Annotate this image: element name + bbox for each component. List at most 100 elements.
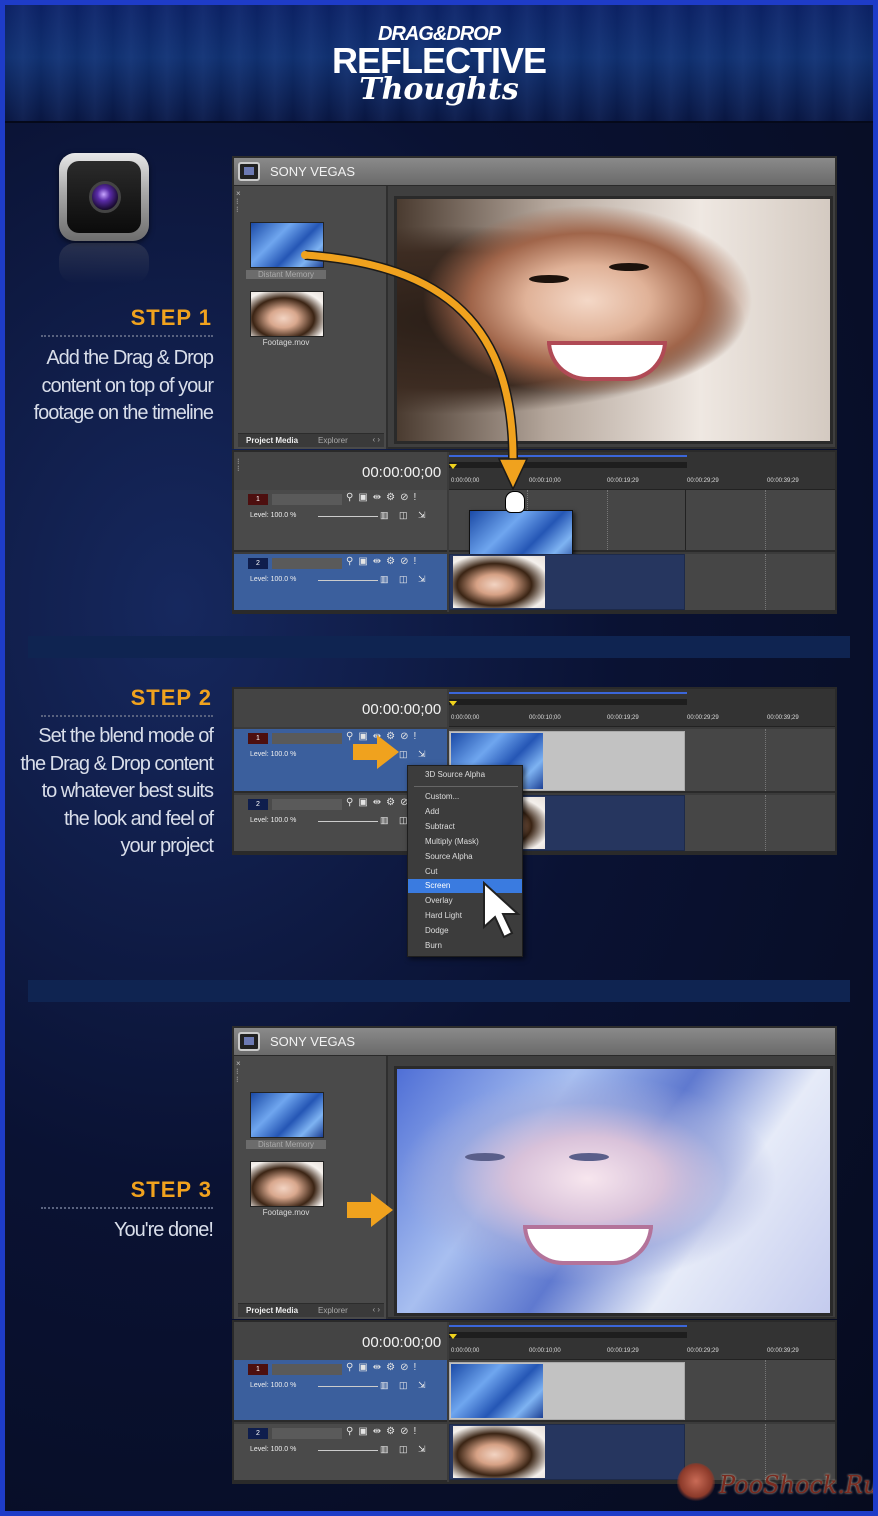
timeline-header: 00:00:00;00 xyxy=(234,689,447,727)
header-banner: DRAG&DROP REFLECTIVE Thoughts xyxy=(5,5,873,123)
vegas-window-step3: SONY VEGAS × ⁝ ⁝ Distant Memory Footage.mo… xyxy=(232,1026,837,1319)
level-slider[interactable] xyxy=(318,580,378,581)
footage-event-thumb xyxy=(453,1426,545,1478)
blend-item-source-alpha[interactable]: Source Alpha xyxy=(408,850,522,864)
step3-title: STEP 3 xyxy=(130,1177,212,1202)
video-preview-blended xyxy=(394,1066,833,1316)
track-fx-icons[interactable]: ▥ ◫ ⇲ xyxy=(380,1444,430,1455)
mouse-pointer-icon xyxy=(483,881,521,939)
track-controls-icons[interactable]: ⚲▣⇹⚙⊘! xyxy=(346,1362,421,1373)
track-number: 1 xyxy=(248,733,268,744)
track-name-field[interactable] xyxy=(272,1428,342,1439)
step1-description: Add the Drag & Drop content on top of yo… xyxy=(33,347,214,424)
preview-face-eye-left xyxy=(465,1153,505,1161)
track-lane-2 xyxy=(449,554,835,612)
track-number: 1 xyxy=(248,1364,268,1375)
timecode-display: 00:00:00;00 xyxy=(362,1334,442,1351)
track-controls-icons[interactable]: ⚲▣⇹⚙⊘! xyxy=(346,556,421,567)
track-fx-icons[interactable]: ▥ ◫ ⇲ xyxy=(380,1380,430,1391)
page-frame: DRAG&DROP REFLECTIVE Thoughts STEP 1 Add… xyxy=(0,0,878,1516)
track-controls-icons[interactable]: ⚲▣⇹⚙⊘! xyxy=(346,1426,421,1437)
level-slider[interactable] xyxy=(318,1386,378,1387)
track-name-field[interactable] xyxy=(272,733,342,744)
level-slider[interactable] xyxy=(318,1450,378,1451)
step3-divider xyxy=(41,1207,213,1209)
section-divider-1 xyxy=(28,636,850,658)
track-fx-icons[interactable]: ▥ ◫ ⇲ xyxy=(380,510,430,521)
section-divider-2 xyxy=(28,980,850,1002)
tab-project-media[interactable]: Project Media xyxy=(246,1306,298,1315)
track-name-field[interactable] xyxy=(272,799,342,810)
blend-item-3d-source-alpha[interactable]: 3D Source Alpha xyxy=(408,768,522,782)
tab-explorer[interactable]: Explorer xyxy=(318,1306,348,1315)
blend-item-custom[interactable]: Custom... xyxy=(408,790,522,804)
panel-grip-icon: × ⁝ ⁝ xyxy=(236,189,241,214)
arrow-right-icon xyxy=(347,1193,393,1227)
media-tabs: Project Media Explorer ‹ › xyxy=(238,1303,384,1317)
preview-face-eye-right xyxy=(609,263,649,271)
media-label-distant-memory: Distant Memory xyxy=(246,1140,326,1149)
track-level: Level: 100.0 % xyxy=(250,817,297,824)
project-media-panel: × ⁝ ⁝ Distant Memory Footage.mov Project M… xyxy=(234,1056,388,1319)
timeline-step3: 00:00:00;00 0:00:00;00 00:00:10;00 00:00… xyxy=(232,1320,837,1484)
media-thumb-footage[interactable] xyxy=(250,1161,324,1207)
overlay-event-thumb xyxy=(451,1364,543,1418)
blend-item-subtract[interactable]: Subtract xyxy=(408,820,522,834)
blend-item-multiply[interactable]: Multiply (Mask) xyxy=(408,835,522,849)
blend-item-burn[interactable]: Burn xyxy=(408,939,522,953)
timecode-display: 00:00:00;00 xyxy=(362,701,442,718)
camera-icon-reflection xyxy=(59,243,149,283)
step2-divider xyxy=(41,715,213,717)
track-lane-1 xyxy=(449,1360,835,1422)
track-fx-icons[interactable]: ▥ ◫ ⇲ xyxy=(380,574,430,585)
level-slider[interactable] xyxy=(318,516,378,517)
track-header-2[interactable]: 2 ⚲▣⇹⚙⊘! Level: 100.0 % ▥ ◫ ⇲ xyxy=(234,554,447,612)
tab-project-media[interactable]: Project Media xyxy=(246,436,298,445)
timeline-ruler[interactable]: 0:00:00;00 00:00:10;00 00:00:19;29 00:00… xyxy=(449,689,835,727)
timeline-ruler[interactable]: 0:00:00;00 00:00:10;00 00:00:19;29 00:00… xyxy=(449,1322,835,1360)
level-slider[interactable] xyxy=(318,821,378,822)
vegas-title: SONY VEGAS xyxy=(270,164,356,179)
watermark-cat-logo xyxy=(677,1463,715,1503)
track-level: Level: 100.0 % xyxy=(250,1382,297,1389)
track-number: 2 xyxy=(248,1428,268,1439)
camera-icon xyxy=(59,153,149,241)
timeline-header: 00:00:00;00 xyxy=(234,1322,447,1360)
track-number: 1 xyxy=(248,494,268,505)
track-level: Level: 100.0 % xyxy=(250,576,297,583)
step1-divider xyxy=(41,335,213,337)
track-header-1[interactable]: 1 ⚲▣⇹⚙⊘! Level: 100.0 % ▥ ◫ ⇲ xyxy=(234,1360,447,1422)
arrow-right-icon xyxy=(353,735,399,769)
preview-face-smile xyxy=(547,341,667,381)
logo-thoughts: Thoughts xyxy=(359,72,519,107)
tab-scroll-icon[interactable]: ‹ › xyxy=(372,1305,380,1314)
vegas-title: SONY VEGAS xyxy=(270,1034,356,1049)
step1-title: STEP 1 xyxy=(130,305,212,330)
step2-title: STEP 2 xyxy=(130,685,212,710)
track-level: Level: 100.0 % xyxy=(250,512,297,519)
track-level: Level: 100.0 % xyxy=(250,751,297,758)
footage-event-thumb xyxy=(453,556,545,608)
track-number: 2 xyxy=(248,799,268,810)
media-thumb-distant-memory[interactable] xyxy=(250,1092,324,1138)
vegas-app-icon xyxy=(238,162,260,181)
drag-arrow-icon xyxy=(301,250,529,491)
step3-description: You're done! xyxy=(114,1219,214,1241)
vegas-titlebar: SONY VEGAS xyxy=(234,1028,835,1056)
track-name-field[interactable] xyxy=(272,558,342,569)
vegas-app-icon xyxy=(238,1032,260,1051)
track-number: 2 xyxy=(248,558,268,569)
preview-face-eye-right xyxy=(569,1153,609,1161)
vegas-titlebar: SONY VEGAS xyxy=(234,158,835,186)
blend-item-add[interactable]: Add xyxy=(408,805,522,819)
panel-grip-icon: × ⁝ ⁝ xyxy=(236,1059,241,1084)
preview-face-smile xyxy=(523,1225,653,1265)
track-header-2[interactable]: 2 ⚲▣⇹⚙⊘! Level: 100.0 % ▥ ◫ ⇲ xyxy=(234,1424,447,1482)
media-label-footage: Footage.mov xyxy=(262,1208,310,1217)
watermark-text: PooShock.Ru xyxy=(719,1471,878,1499)
track-level: Level: 100.0 % xyxy=(250,1446,297,1453)
hand-cursor-icon xyxy=(505,491,525,513)
camera-lens-icon xyxy=(89,181,121,213)
track-name-field[interactable] xyxy=(272,1364,342,1375)
blend-item-cut[interactable]: Cut xyxy=(408,865,522,879)
